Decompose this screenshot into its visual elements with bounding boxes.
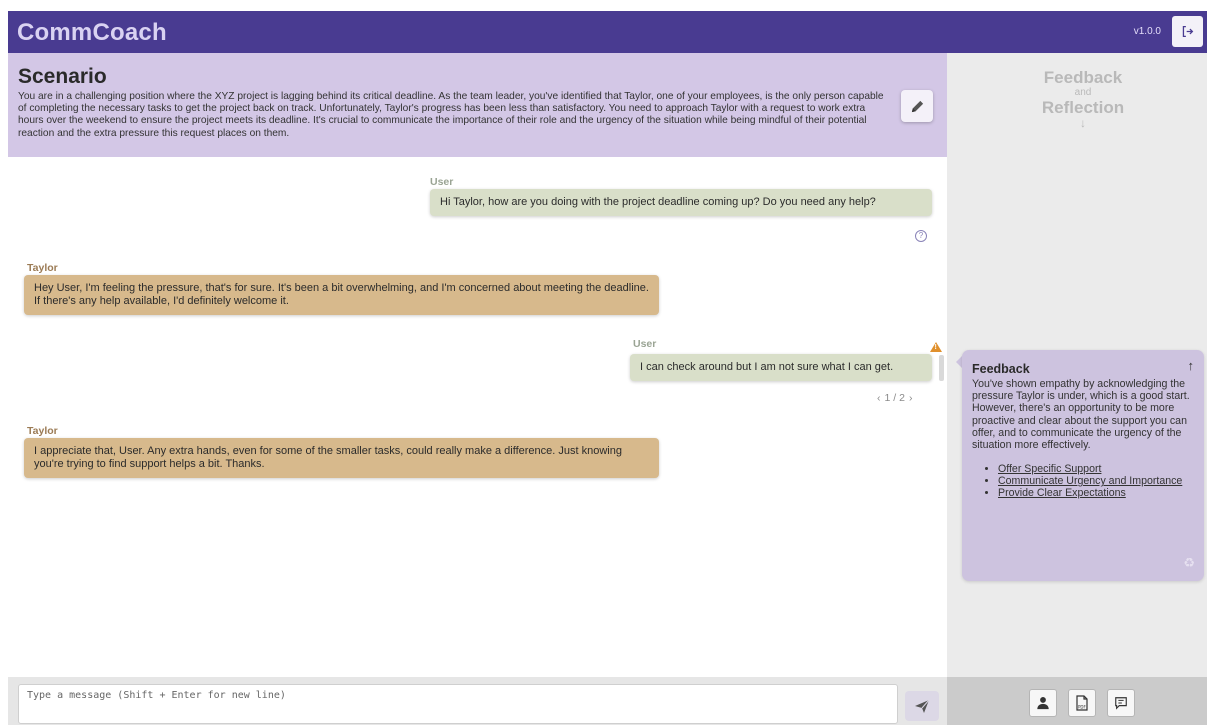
notes-button[interactable] (1107, 689, 1135, 717)
app-version: v1.0.0 (1133, 26, 1161, 37)
ai-message: I appreciate that, User. Any extra hands… (24, 438, 659, 478)
sidebar-heading-feedback: Feedback (1043, 68, 1123, 87)
send-icon (915, 699, 930, 713)
list-item: Provide Clear Expectations (998, 487, 1194, 499)
feedback-title: Feedback (972, 362, 1030, 376)
list-item: Offer Specific Support (998, 463, 1194, 475)
message-sender: Taylor (27, 262, 58, 274)
pager-next-button[interactable]: › (909, 392, 913, 404)
user-message: I can check around but I am not sure wha… (630, 354, 932, 381)
feedback-suggestions: Offer Specific Support Communicate Urgen… (972, 463, 1194, 499)
scenario-description: You are in a challenging position where … (18, 91, 884, 139)
suggestion-link[interactable]: Communicate Urgency and Importance (998, 475, 1182, 487)
message-sender: User (430, 176, 454, 188)
send-button[interactable] (905, 691, 939, 721)
warning-mark: ! (934, 344, 937, 351)
ai-message: Hey User, I'm feeling the pressure, that… (24, 275, 659, 315)
message-scrollbar[interactable] (939, 355, 944, 381)
user-message: Hi Taylor, how are you doing with the pr… (430, 189, 932, 216)
response-pager: ‹ 1 / 2 › (877, 392, 912, 404)
pdf-icon: PDF (1076, 695, 1088, 711)
feedback-text: You've shown empathy by acknowledging th… (972, 378, 1190, 452)
feedback-sidebar: Feedback and Reflection ↓ Feedback ↑ You… (947, 53, 1207, 677)
person-icon (1037, 697, 1049, 710)
logout-button[interactable] (1172, 16, 1203, 47)
edit-scenario-button[interactable] (901, 90, 933, 122)
message-sender: User (633, 338, 657, 350)
pager-value: 1 / 2 (884, 392, 905, 404)
scenario-title: Scenario (18, 65, 107, 88)
export-pdf-button[interactable]: PDF (1068, 689, 1096, 717)
help-circle-icon[interactable]: ? (915, 230, 927, 242)
logout-icon (1182, 25, 1194, 38)
pager-prev-button[interactable]: ‹ (877, 392, 881, 404)
sidebar-toolbar: PDF (947, 677, 1207, 725)
profile-button[interactable] (1029, 689, 1057, 717)
pencil-icon (911, 100, 923, 112)
composer-bar (8, 677, 947, 725)
scenario-panel: Scenario You are in a challenging positi… (8, 53, 947, 157)
feedback-card: Feedback ↑ You've shown empathy by ackno… (962, 350, 1204, 581)
chat-note-icon (1115, 697, 1127, 710)
sidebar-heading-and: and (1074, 87, 1092, 98)
sidebar-heading: Feedback and Reflection ↓ (947, 68, 1207, 129)
suggestion-link[interactable]: Offer Specific Support (998, 463, 1101, 475)
svg-text:PDF: PDF (1078, 705, 1086, 710)
suggestion-link[interactable]: Provide Clear Expectations (998, 487, 1126, 499)
recycle-icon[interactable]: ♻ (1183, 555, 1195, 571)
app-name: CommCoach (17, 19, 167, 46)
message-input[interactable] (18, 684, 898, 724)
top-bar: CommCoach v1.0.0 (8, 11, 1207, 53)
chat-area[interactable]: User Hi Taylor, how are you doing with t… (8, 157, 947, 677)
arrow-down-icon: ↓ (1080, 116, 1086, 130)
list-item: Communicate Urgency and Importance (998, 475, 1194, 487)
sidebar-heading-reflection: Reflection (1041, 98, 1125, 117)
message-sender: Taylor (27, 425, 58, 437)
arrow-up-icon[interactable]: ↑ (1188, 358, 1195, 373)
